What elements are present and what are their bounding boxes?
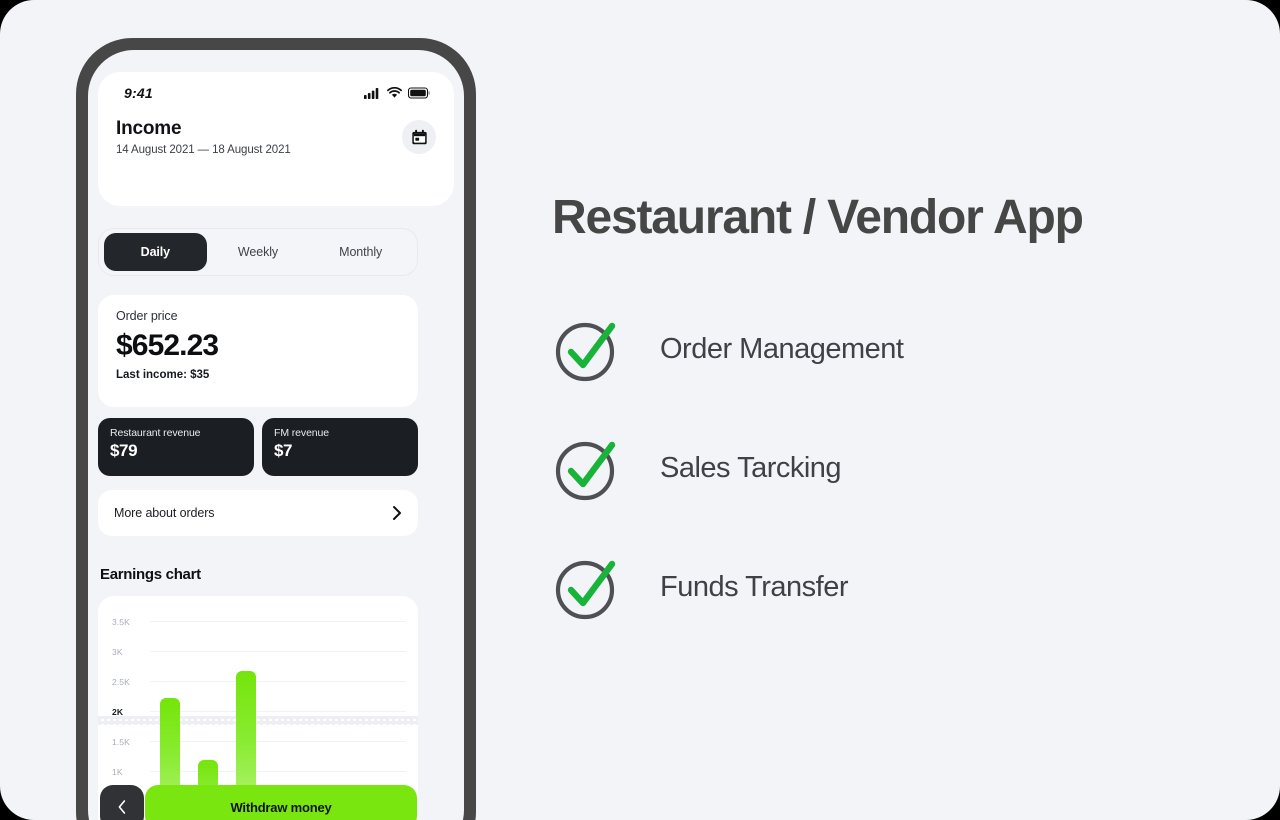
income-header-row: Income 14 August 2021 — 18 August 2021 <box>98 118 454 156</box>
order-price-card: Order price $652.23 Last income: $35 <box>98 295 418 407</box>
feature-item-funds-transfer: Funds Transfer <box>552 551 1232 623</box>
last-income-label: Last income: $35 <box>116 369 210 381</box>
check-circle-icon <box>552 314 622 384</box>
feature-label: Order Management <box>660 332 904 365</box>
fm-revenue-label: FM revenue <box>274 427 330 439</box>
phone-mockup-frame: 9:41 Income 14 August 2021 — 18 August 2… <box>76 38 476 820</box>
phone-screen: 9:41 Income 14 August 2021 — 18 August 2… <box>88 50 464 820</box>
y-tick-2-5k: 2.5K <box>112 677 130 687</box>
cellular-signal-icon <box>364 88 379 99</box>
check-circle-icon <box>552 552 622 622</box>
tab-monthly[interactable]: Monthly <box>309 233 412 271</box>
status-bar-icons <box>364 87 430 99</box>
page-title: Income <box>116 118 182 139</box>
chart-y-axis: 3.5K 3K 2.5K 2K 1.5K 1K <box>112 612 146 792</box>
income-header-text: Income 14 August 2021 — 18 August 2021 <box>116 118 291 156</box>
restaurant-revenue-value: $79 <box>110 441 138 460</box>
restaurant-revenue-card[interactable]: Restaurant revenue $79 <box>98 418 254 476</box>
y-tick-2k: 2K <box>112 707 124 717</box>
feature-label: Sales Tarcking <box>660 451 842 484</box>
order-price-value: $652.23 <box>116 329 219 362</box>
battery-icon <box>408 87 430 99</box>
date-range-label: 14 August 2021 — 18 August 2021 <box>116 144 291 156</box>
feature-item-sales-tracking: Sales Tarcking <box>552 432 1232 504</box>
slide-canvas: 9:41 Income 14 August 2021 — 18 August 2… <box>0 0 1280 820</box>
withdraw-money-button[interactable]: Withdraw money <box>145 785 417 820</box>
chevron-left-icon <box>118 800 126 814</box>
feature-item-order-management: Order Management <box>552 313 1232 385</box>
more-about-orders-row[interactable]: More about orders <box>98 490 418 536</box>
calendar-icon <box>411 129 427 144</box>
feature-list: Order Management Sales Tarcking Funds Tr… <box>552 313 1232 623</box>
chevron-right-icon <box>393 506 401 520</box>
status-bar: 9:41 <box>98 72 454 114</box>
y-tick-3-5k: 3.5K <box>112 617 130 627</box>
right-content-panel: Restaurant / Vendor App Order Management <box>552 190 1232 670</box>
app-title: Restaurant / Vendor App <box>552 191 1084 244</box>
order-price-label: Order price <box>116 309 178 323</box>
feature-label: Funds Transfer <box>660 570 849 603</box>
status-bar-time: 9:41 <box>124 85 153 101</box>
wifi-icon <box>387 87 402 98</box>
fm-revenue-value: $7 <box>274 441 293 460</box>
y-tick-1k: 1K <box>112 767 123 777</box>
earnings-chart-title: Earnings chart <box>100 566 201 583</box>
gridline <box>150 621 406 622</box>
fm-revenue-card[interactable]: FM revenue $7 <box>262 418 418 476</box>
y-tick-3k: 3K <box>112 647 123 657</box>
phone-header-card: 9:41 Income 14 August 2021 — 18 August 2… <box>98 72 454 206</box>
check-circle-icon <box>552 433 622 503</box>
y-tick-1-5k: 1.5K <box>112 737 130 747</box>
more-about-orders-label: More about orders <box>114 506 215 520</box>
period-segmented-control[interactable]: Daily Weekly Monthly <box>98 228 418 276</box>
restaurant-revenue-label: Restaurant revenue <box>110 427 201 439</box>
calendar-button[interactable] <box>402 120 436 154</box>
revenue-card-row: Restaurant revenue $79 FM revenue $7 <box>98 418 418 476</box>
tab-weekly[interactable]: Weekly <box>207 233 310 271</box>
tab-daily[interactable]: Daily <box>104 233 207 271</box>
back-button[interactable] <box>100 785 144 820</box>
